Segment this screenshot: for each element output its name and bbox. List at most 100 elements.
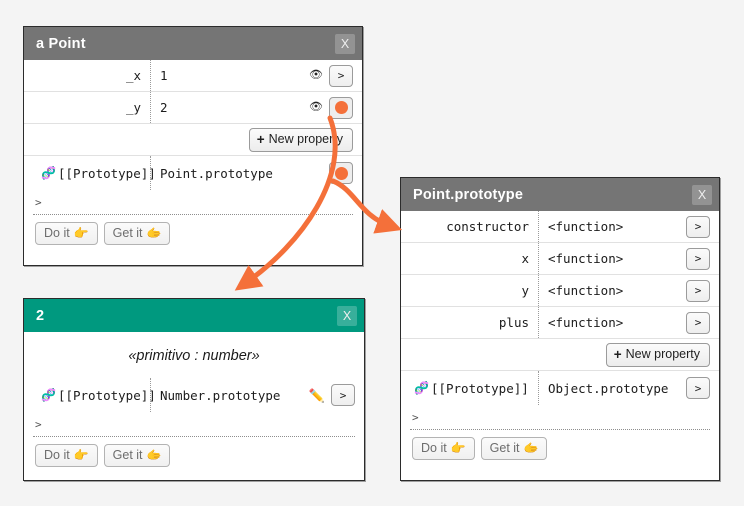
property-key-label: _y <box>125 100 141 115</box>
property-rows: 🧬 [[Prototype]] Number.prototype ✏️ > <box>24 378 364 412</box>
panel-a-point[interactable]: a Point X _x 1 👁 > _y 2 👁 + New property… <box>23 26 363 266</box>
property-key: y <box>401 283 538 298</box>
expand-button[interactable]: > <box>686 311 710 334</box>
property-key: x <box>401 251 538 266</box>
row-tools: ✏️ > <box>305 384 364 406</box>
pointing-right-hand-icon: 👉 <box>73 448 89 462</box>
get-it-label: Get it <box>112 226 143 240</box>
expand-button-active[interactable] <box>329 162 353 184</box>
property-key: 🧬 [[Prototype]] <box>24 166 156 181</box>
do-it-label: Do it <box>421 441 447 455</box>
expand-button[interactable]: > <box>329 64 353 87</box>
panel-body-number-2: «primitivo : number» 🧬 [[Prototype]] Num… <box>24 332 364 480</box>
close-icon[interactable]: X <box>692 184 712 205</box>
expand-button[interactable]: > <box>686 279 710 302</box>
property-key: constructor <box>401 219 538 234</box>
prompt-area: > Do it 👉 Get it 🫱 <box>24 412 364 480</box>
property-key-label: y <box>521 283 529 298</box>
add-property-button[interactable]: + New property <box>605 342 710 367</box>
expand-button[interactable]: > <box>686 247 710 270</box>
table-row[interactable]: plus <function> > <box>401 307 719 339</box>
expand-button-active[interactable] <box>329 96 353 119</box>
row-tools: 👁 <box>305 96 362 119</box>
property-key-label: plus <box>498 315 529 330</box>
expand-button[interactable]: > <box>686 377 710 399</box>
plus-icon: + <box>256 131 265 147</box>
inspector-canvas: a Point X _x 1 👁 > _y 2 👁 + New property… <box>0 0 744 506</box>
row-tools: > <box>682 279 719 302</box>
property-key-label: constructor <box>446 219 529 234</box>
get-it-label: Get it <box>489 441 520 455</box>
property-key: 🧬 [[Prototype]] <box>401 381 538 396</box>
action-bar: Do it 👉 Get it 🫱 <box>24 437 364 467</box>
property-rows: _x 1 👁 > _y 2 👁 + New property 🧬 [[Proto… <box>24 60 362 190</box>
property-key-label: [[Prototype]] <box>57 387 156 403</box>
property-value: Object.prototype <box>538 371 682 405</box>
panel-body-point-prototype: constructor <function> > x <function> > <box>401 211 719 480</box>
get-it-button[interactable]: Get it 🫱 <box>480 437 548 460</box>
prototype-row[interactable]: 🧬 [[Prototype]] Point.prototype <box>24 156 362 190</box>
panel-number-2[interactable]: 2 X «primitivo : number» 🧬 [[Prototype]]… <box>23 298 365 481</box>
property-key-label: [[Prototype]] <box>430 380 529 396</box>
panel-point-prototype[interactable]: Point.prototype X constructor <function>… <box>400 177 720 481</box>
close-icon[interactable]: X <box>337 305 357 326</box>
add-property-label: New property <box>625 347 700 361</box>
do-it-button[interactable]: Do it 👉 <box>35 444 98 467</box>
panel-body-a-point: _x 1 👁 > _y 2 👁 + New property 🧬 [[Proto… <box>24 60 362 265</box>
table-row[interactable]: _y 2 👁 <box>24 92 362 124</box>
prompt-area: > Do it 👉 Get it 🫱 <box>24 190 362 265</box>
action-bar: Do it 👉 Get it 🫱 <box>24 215 362 245</box>
table-row[interactable]: x <function> > <box>401 243 719 275</box>
table-row[interactable]: y <function> > <box>401 275 719 307</box>
property-value: Point.prototype <box>150 156 325 190</box>
get-it-label: Get it <box>112 448 143 462</box>
property-value: <function> <box>538 275 682 306</box>
prototype-icon: 🧬 <box>414 381 429 395</box>
property-key: _y <box>24 100 150 115</box>
new-property-row: + New property <box>401 339 719 371</box>
do-it-button[interactable]: Do it 👉 <box>35 222 98 245</box>
grabbing-hand-icon: 🫱 <box>146 226 162 240</box>
panel-title: Point.prototype <box>413 186 524 203</box>
add-property-button[interactable]: + New property <box>248 127 353 152</box>
do-it-button[interactable]: Do it 👉 <box>412 437 475 460</box>
row-tools <box>325 162 362 184</box>
close-icon[interactable]: X <box>335 33 355 54</box>
table-row[interactable]: constructor <function> > <box>401 211 719 243</box>
row-tools: > <box>682 247 719 270</box>
row-tools: > <box>682 311 719 334</box>
prototype-row[interactable]: 🧬 [[Prototype]] Number.prototype ✏️ > <box>24 378 364 412</box>
code-prompt[interactable]: > <box>401 409 719 429</box>
expand-button[interactable]: > <box>331 384 355 406</box>
code-prompt[interactable]: > <box>24 194 362 214</box>
row-tools: > <box>682 377 719 399</box>
add-property-label: New property <box>268 132 343 146</box>
code-prompt[interactable]: > <box>24 416 364 436</box>
prototype-icon: 🧬 <box>41 388 56 402</box>
property-key-label: x <box>521 251 529 266</box>
grabbing-hand-icon: 🫱 <box>146 448 162 462</box>
row-tools: 👁 > <box>305 64 362 87</box>
get-it-button[interactable]: Get it 🫱 <box>103 444 171 467</box>
panel-header-a-point: a Point X <box>24 27 362 60</box>
pencil-icon[interactable]: ✏️ <box>309 389 325 402</box>
do-it-label: Do it <box>44 226 70 240</box>
table-row[interactable]: _x 1 👁 > <box>24 60 362 92</box>
get-it-button[interactable]: Get it 🫱 <box>103 222 171 245</box>
new-property-row: + New property <box>24 124 362 156</box>
prototype-icon: 🧬 <box>41 166 56 180</box>
prototype-row[interactable]: 🧬 [[Prototype]] Object.prototype > <box>401 371 719 405</box>
property-key: _x <box>24 68 150 83</box>
eye-icon[interactable]: 👁 <box>309 102 323 113</box>
property-value: <function> <box>538 307 682 338</box>
pointing-right-hand-icon: 👉 <box>73 226 89 240</box>
property-value: Number.prototype <box>150 378 305 412</box>
property-key: 🧬 [[Prototype]] <box>24 388 156 403</box>
property-rows: constructor <function> > x <function> > <box>401 211 719 405</box>
prompt-area: > Do it 👉 Get it 🫱 <box>401 405 719 480</box>
grabbing-hand-icon: 🫱 <box>523 441 539 455</box>
expand-button[interactable]: > <box>686 215 710 238</box>
panel-title: 2 <box>36 307 45 324</box>
eye-icon[interactable]: 👁 <box>309 70 323 81</box>
panel-header-number-2: 2 X <box>24 299 364 332</box>
